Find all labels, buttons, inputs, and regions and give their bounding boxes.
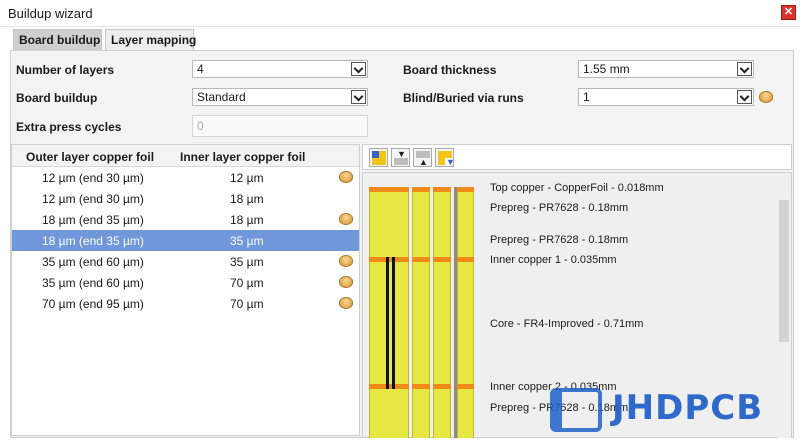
cost-coin-icon (759, 91, 773, 103)
dielectric-column (433, 187, 451, 438)
buried-via (386, 257, 389, 389)
remove-layer-icon[interactable]: ▼ (435, 148, 455, 167)
inner-foil-value: 12 µm (230, 171, 264, 185)
chevron-down-icon[interactable] (737, 62, 752, 76)
list-item[interactable]: 18 µm (end 35 µm) 18 µm (12, 209, 359, 230)
inner-foil-value: 70 µm (230, 297, 264, 311)
layer-label: Top copper - CopperFoil - 0.018mm (490, 182, 664, 194)
list-item-selected[interactable]: 18 µm (end 35 µm) 35 µm (12, 230, 359, 251)
layer-label: Inner copper 1 - 0.035mm (490, 254, 617, 266)
insert-layer-icon[interactable]: ▲ (413, 148, 432, 167)
inner-foil-value: 35 µm (230, 255, 264, 269)
copper-segment (433, 187, 451, 192)
number-of-layers-label: Number of layers (16, 63, 115, 77)
chevron-down-icon[interactable] (351, 90, 366, 104)
number-of-layers-select[interactable]: 4 (192, 60, 368, 78)
brand-watermark-text: JHDPCB (612, 388, 764, 428)
outer-foil-value: 35 µm (end 60 µm) (42, 255, 144, 269)
board-thickness-value: 1.55 mm (583, 62, 630, 76)
move-layer-down-icon[interactable]: ▼ (391, 148, 410, 167)
extra-press-cycles-label: Extra press cycles (16, 120, 122, 134)
board-buildup-label: Board buildup (16, 91, 98, 105)
list-item[interactable]: 12 µm (end 30 µm) 12 µm (12, 167, 359, 188)
outer-foil-value: 18 µm (end 35 µm) (42, 234, 144, 248)
outer-foil-value: 18 µm (end 35 µm) (42, 213, 144, 227)
list-item[interactable]: 70 µm (end 95 µm) 70 µm (12, 293, 359, 314)
cost-coin-icon (339, 297, 353, 309)
copper-segment (412, 257, 430, 262)
cost-coin-icon (339, 213, 353, 225)
inner-foil-column-header: Inner layer copper foil (180, 150, 306, 164)
copper-segment (457, 384, 474, 389)
cost-coin-icon (339, 171, 353, 183)
inner-foil-value: 70 µm (230, 276, 264, 290)
blind-buried-select[interactable]: 1 (578, 88, 754, 106)
board-buildup-select[interactable]: Standard (192, 88, 368, 106)
dielectric-column (412, 187, 430, 438)
copper-segment (412, 187, 430, 192)
inner-foil-value: 18 µm (230, 192, 264, 206)
outer-foil-column-header: Outer layer copper foil (26, 150, 155, 164)
buried-via (392, 257, 395, 389)
cost-coin-icon (339, 276, 353, 288)
layer-label: Prepreg - PR7628 - 0.18mm (490, 234, 629, 246)
extra-press-cycles-value: 0 (197, 119, 204, 133)
move-layer-up-icon[interactable] (369, 148, 388, 167)
layer-label: Core - FR4-Improved - 0.71mm (490, 318, 644, 330)
scrollbar-thumb[interactable] (779, 200, 789, 342)
inner-foil-value: 35 µm (230, 234, 264, 248)
through-hole-plating (454, 187, 457, 438)
list-item[interactable]: 12 µm (end 30 µm) 18 µm (12, 188, 359, 209)
close-icon[interactable]: ✕ (781, 5, 796, 20)
chevron-down-icon[interactable] (351, 62, 366, 76)
outer-foil-value: 70 µm (end 95 µm) (42, 297, 144, 311)
cost-coin-icon (339, 255, 353, 267)
tab-layer-mapping[interactable]: Layer mapping (105, 29, 196, 50)
list-item[interactable]: 35 µm (end 60 µm) 70 µm (12, 272, 359, 293)
board-buildup-value: Standard (197, 90, 246, 104)
copper-segment (369, 187, 409, 192)
window-title: Buildup wizard (8, 6, 93, 21)
board-thickness-label: Board thickness (403, 63, 497, 77)
copper-segment (457, 257, 474, 262)
brand-logo-icon (550, 388, 602, 432)
stackup-toolbar: ▼ ▲ ▼ (362, 144, 792, 170)
tab-board-buildup[interactable]: Board buildup (13, 29, 102, 50)
copper-segment (433, 257, 451, 262)
copper-foil-list: Outer layer copper foil Inner layer copp… (11, 144, 360, 436)
outer-foil-value: 35 µm (end 60 µm) (42, 276, 144, 290)
title-bar: Buildup wizard ✕ (0, 0, 800, 27)
chevron-down-icon[interactable] (737, 90, 752, 104)
copper-segment (369, 384, 409, 389)
list-item[interactable]: 35 µm (end 60 µm) 35 µm (12, 251, 359, 272)
copper-segment (369, 257, 409, 262)
number-of-layers-value: 4 (197, 62, 204, 76)
copper-segment (412, 384, 430, 389)
outer-foil-value: 12 µm (end 30 µm) (42, 192, 144, 206)
dielectric-column (369, 187, 409, 438)
extra-press-cycles-input: 0 (192, 115, 368, 137)
blind-buried-value: 1 (583, 90, 590, 104)
board-thickness-select[interactable]: 1.55 mm (578, 60, 754, 78)
layer-label: Prepreg - PR7628 - 0.18mm (490, 202, 629, 214)
inner-foil-value: 18 µm (230, 213, 264, 227)
foil-table-header: Outer layer copper foil Inner layer copp… (12, 145, 359, 167)
copper-segment (433, 384, 451, 389)
dielectric-column (457, 187, 474, 438)
brand-watermark: JHDPCB (550, 386, 795, 436)
copper-segment (457, 187, 474, 192)
outer-foil-value: 12 µm (end 30 µm) (42, 171, 144, 185)
blind-buried-label: Blind/Buried via runs (403, 91, 524, 105)
